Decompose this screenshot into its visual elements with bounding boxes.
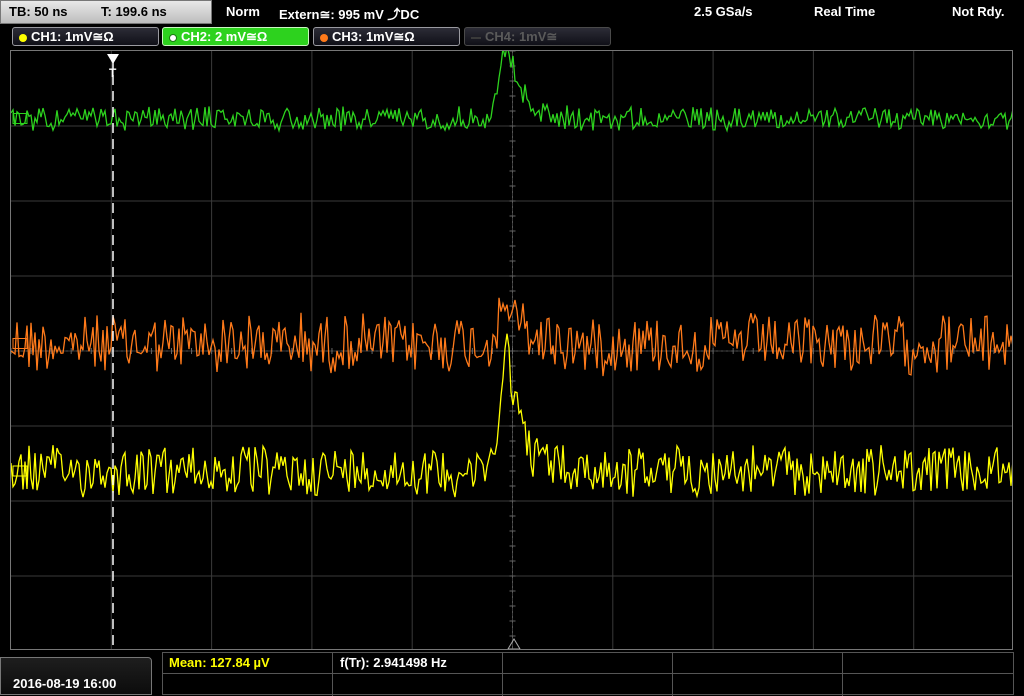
measurement-cell-mean[interactable]: Mean: 127.84 µV — [163, 653, 333, 673]
channel-2-label: CH2: 2 mV≅Ω — [181, 29, 268, 44]
channel-bar: CH1: 1mV≅Ω CH2: 2 mV≅Ω CH3: 1mV≅Ω CH4: 1… — [0, 25, 1024, 49]
channel-1-label: CH1: 1mV≅Ω — [31, 29, 114, 44]
channel-4-label: CH4: 1mV≅ — [485, 29, 558, 44]
measurement-row-2 — [163, 673, 1013, 696]
mean-measurement: Mean: 127.84 µV — [169, 655, 270, 670]
acquisition-mode[interactable]: Real Time — [814, 4, 875, 19]
trigger-marker-label: T — [109, 66, 117, 80]
channel-3-button[interactable]: CH3: 1mV≅Ω — [313, 27, 460, 46]
trigger-position-icon — [107, 54, 119, 64]
channel-dot-icon — [19, 33, 27, 42]
frequency-measurement: f(Tr): 2.941498 Hz — [340, 655, 447, 670]
channel-dot-icon — [169, 33, 177, 42]
bottom-bar: 2016-08-19 16:00 Mean: 127.84 µV f(Tr): … — [0, 652, 1024, 696]
measurement-cell-empty[interactable] — [673, 674, 843, 696]
center-reference-icon — [507, 638, 521, 649]
trigger-mode[interactable]: Norm — [226, 4, 260, 19]
measurement-cell-empty[interactable] — [843, 653, 1013, 673]
channel-4-button[interactable]: CH4: 1mV≅ — [464, 27, 611, 46]
measurement-cell-empty[interactable] — [673, 653, 843, 673]
channel-1-button[interactable]: CH1: 1mV≅Ω — [12, 27, 159, 46]
trigger-time-label: T: 199.6 ns — [101, 4, 167, 19]
channel-2-button[interactable]: CH2: 2 mV≅Ω — [162, 27, 309, 46]
measurement-panel[interactable]: Mean: 127.84 µV f(Tr): 2.941498 Hz — [162, 652, 1014, 696]
measurement-cell-empty[interactable] — [333, 674, 503, 696]
measurement-cell-empty[interactable] — [503, 653, 673, 673]
waveform-display[interactable]: T — [10, 50, 1013, 650]
timebase-box[interactable]: TB: 50 ns T: 199.6 ns — [0, 0, 212, 24]
graticule-svg: T — [11, 51, 1012, 649]
measurement-cell-empty[interactable] — [163, 674, 333, 696]
trigger-source[interactable]: Extern≅: 995 mV ⤴DC — [279, 4, 419, 23]
trigger-status: Not Rdy. — [952, 4, 1005, 19]
measurement-cell-empty[interactable] — [503, 674, 673, 696]
sample-rate: 2.5 GSa/s — [694, 4, 753, 19]
graticule-grid — [11, 51, 1012, 649]
datetime-label: 2016-08-19 16:00 — [13, 676, 117, 691]
measurement-cell-frequency[interactable]: f(Tr): 2.941498 Hz — [333, 653, 503, 673]
channel-3-label: CH3: 1mV≅Ω — [332, 29, 415, 44]
datetime-box: 2016-08-19 16:00 — [0, 657, 152, 695]
channel-dot-icon — [320, 33, 328, 42]
channel-dash-icon — [471, 36, 481, 39]
measurement-cell-empty[interactable] — [843, 674, 1013, 696]
trigger-markers: T — [107, 54, 521, 649]
top-status-bar: TB: 50 ns T: 199.6 ns Norm Extern≅: 995 … — [0, 0, 1024, 24]
timebase-label: TB: 50 ns — [9, 4, 68, 19]
